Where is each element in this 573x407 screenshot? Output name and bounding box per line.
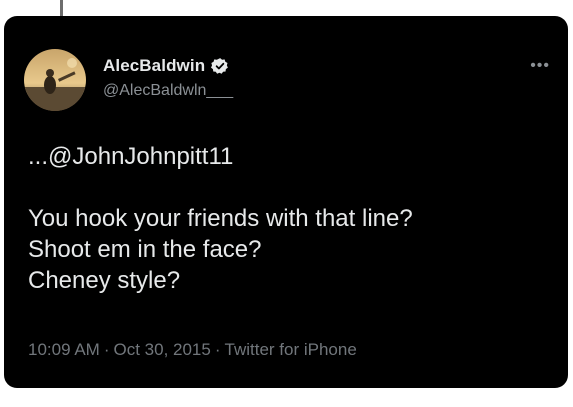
avatar[interactable] xyxy=(24,49,86,111)
tweet-date[interactable]: Oct 30, 2015 xyxy=(114,340,211,359)
verified-badge-icon xyxy=(211,57,229,75)
tweet-card[interactable]: AlecBaldwin @AlecBaldwln___ ••• ...@John… xyxy=(4,16,568,388)
profile-photo-icon xyxy=(24,49,86,111)
tweet-source[interactable]: Twitter for iPhone xyxy=(225,340,357,359)
tweet-text-line: Shoot em in the face? xyxy=(28,236,262,263)
author-name-row: AlecBaldwin xyxy=(103,56,229,76)
author-handle[interactable]: @AlecBaldwln___ xyxy=(103,82,233,100)
more-dots-icon[interactable]: ••• xyxy=(530,57,550,75)
tweet-text-line: You hook your friends with that line? xyxy=(28,205,413,232)
tweet-text-line: ...@JohnJohnpitt11 xyxy=(28,143,234,170)
tweet-time[interactable]: 10:09 AM xyxy=(28,340,100,359)
tweet-text-line: Cheney style? xyxy=(28,267,181,294)
separator: · xyxy=(214,340,221,359)
display-name[interactable]: AlecBaldwin xyxy=(103,56,205,76)
tweet-text: ...@JohnJohnpitt11 You hook your friends… xyxy=(28,141,548,296)
separator: · xyxy=(103,340,110,359)
tweet-metadata: 10:09 AM · Oct 30, 2015 · Twitter for iPhone xyxy=(28,340,357,360)
